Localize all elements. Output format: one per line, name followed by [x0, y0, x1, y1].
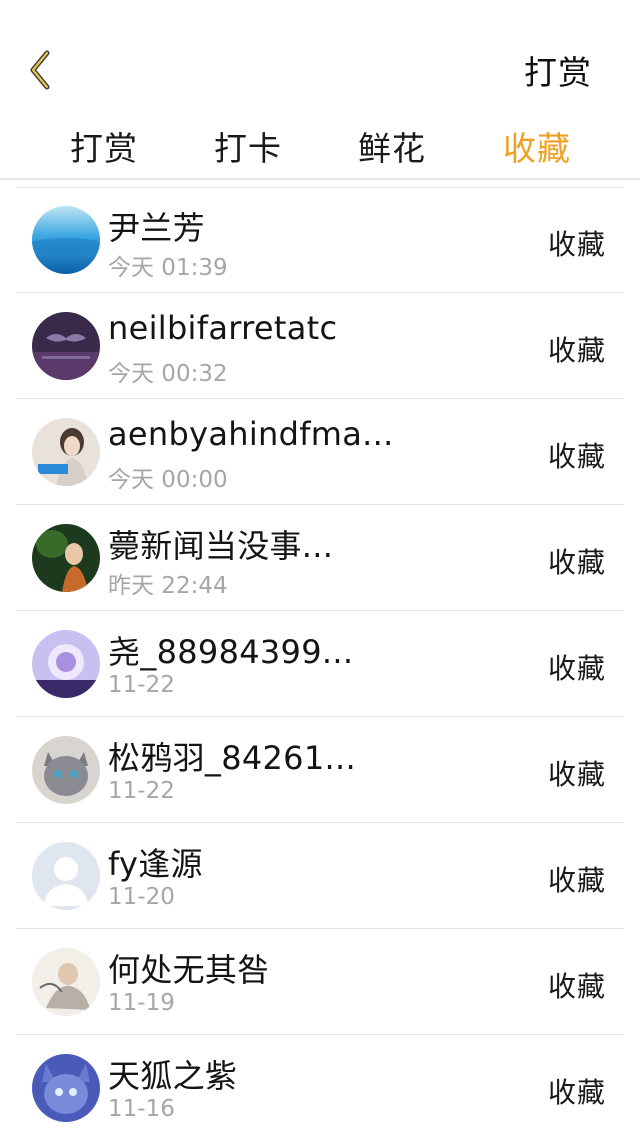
avatar — [32, 312, 100, 380]
timestamp: 今天 00:00 — [108, 467, 228, 493]
tab-divider — [0, 178, 640, 180]
favorite-label: 收藏 — [547, 1076, 606, 1109]
avatar — [32, 630, 100, 698]
timestamp: 11-19 — [108, 990, 175, 1016]
favorite-label: 收藏 — [547, 546, 606, 579]
user-name: 松鸦羽_84261... — [108, 739, 356, 777]
timestamp: 11-22 — [108, 672, 175, 698]
list-item[interactable]: 何处无其咎 11-19 收藏 — [0, 929, 640, 1035]
avatar — [32, 1054, 100, 1122]
timestamp: 11-22 — [108, 778, 175, 804]
timestamp: 昨天 22:44 — [108, 573, 228, 599]
page-title: 打赏 — [524, 53, 592, 92]
user-name: fy逢源 — [108, 845, 203, 883]
tab-favorites[interactable]: 收藏 — [503, 122, 571, 170]
timestamp: 11-16 — [108, 1096, 175, 1122]
avatar — [32, 736, 100, 804]
tab-flowers[interactable]: 鲜花 — [358, 122, 426, 170]
user-name: 天狐之紫 — [108, 1057, 238, 1095]
avatar — [32, 418, 100, 486]
list-item[interactable]: 天狐之紫 11-16 收藏 — [0, 1035, 640, 1141]
avatar — [32, 842, 100, 910]
user-name: aenbyahindfma... — [108, 415, 394, 453]
favorite-label: 收藏 — [547, 758, 606, 791]
avatar — [32, 948, 100, 1016]
favorite-label: 收藏 — [547, 652, 606, 685]
avatar — [32, 206, 100, 274]
favorite-label: 收藏 — [547, 228, 606, 261]
favorite-label: 收藏 — [547, 440, 606, 473]
favorite-label: 收藏 — [547, 334, 606, 367]
user-name: 何处无其咎 — [108, 951, 270, 989]
back-button[interactable] — [20, 48, 60, 92]
nav-bar: 打赏 — [0, 0, 640, 110]
list-item[interactable]: 尧_88984399... 11-22 收藏 — [0, 611, 640, 717]
user-name: 尹兰芳 — [108, 209, 205, 247]
list-item[interactable]: 松鸦羽_84261... 11-22 收藏 — [0, 717, 640, 823]
tab-reward[interactable]: 打赏 — [70, 122, 138, 170]
avatar — [32, 524, 100, 592]
tab-checkin[interactable]: 打卡 — [214, 122, 282, 170]
user-name: 薨新闻当没事... — [108, 527, 334, 565]
timestamp: 今天 00:32 — [108, 361, 228, 387]
timestamp: 今天 01:39 — [108, 255, 228, 281]
favorite-label: 收藏 — [547, 970, 606, 1003]
user-list: 尹兰芳 今天 01:39 收藏 neilbifarretatc 今天 00:32… — [0, 187, 640, 1141]
chevron-left-icon — [30, 50, 50, 90]
timestamp: 11-20 — [108, 884, 175, 910]
user-name: neilbifarretatc — [108, 309, 338, 347]
list-item[interactable]: aenbyahindfma... 今天 00:00 收藏 — [0, 399, 640, 505]
list-item[interactable]: neilbifarretatc 今天 00:32 收藏 — [0, 293, 640, 399]
list-item[interactable]: fy逢源 11-20 收藏 — [0, 823, 640, 929]
tab-bar: 打赏 打卡 鲜花 收藏 — [0, 112, 640, 176]
favorite-label: 收藏 — [547, 864, 606, 897]
list-item[interactable]: 薨新闻当没事... 昨天 22:44 收藏 — [0, 505, 640, 611]
list-item[interactable]: 尹兰芳 今天 01:39 收藏 — [0, 187, 640, 293]
user-name: 尧_88984399... — [108, 633, 354, 671]
